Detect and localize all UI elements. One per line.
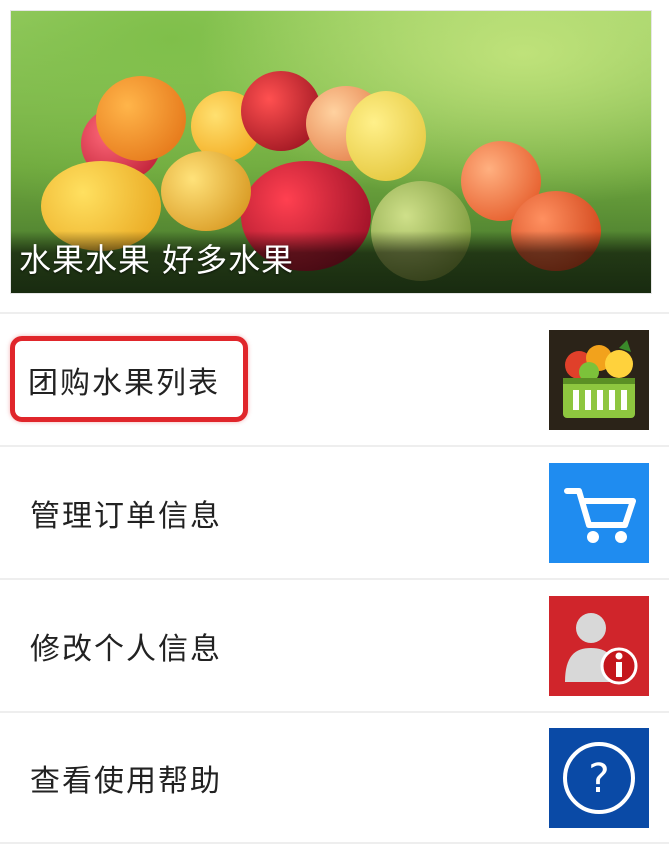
list-item-edit-profile[interactable]: 修改个人信息	[0, 578, 669, 711]
list-item-group-buy[interactable]: 团购水果列表	[0, 312, 669, 445]
group-buy-label: 团购水果列表	[28, 365, 220, 401]
fruit-decoration	[346, 91, 426, 181]
fruit-decoration	[161, 151, 251, 231]
edit-profile-label: 修改个人信息	[30, 631, 222, 667]
banner-caption-text: 水果水果 好多水果	[19, 241, 295, 279]
fruit-basket-icon[interactable]	[549, 329, 649, 430]
banner-image[interactable]: 水果水果 好多水果	[10, 10, 652, 294]
help-icon[interactable]: ?	[549, 727, 649, 828]
user-info-icon[interactable]	[549, 595, 649, 696]
list-item-manage-orders[interactable]: 管理订单信息	[0, 445, 669, 578]
manage-orders-label: 管理订单信息	[30, 498, 222, 534]
fruit-decoration	[96, 76, 186, 161]
svg-text:?: ?	[588, 756, 609, 802]
help-label: 查看使用帮助	[30, 763, 222, 799]
cart-icon[interactable]	[549, 462, 649, 563]
menu-list: 团购水果列表 管理订单信息 修改个人信息 查看使用帮助 ?	[0, 312, 669, 844]
list-item-help[interactable]: 查看使用帮助 ?	[0, 711, 669, 844]
banner-caption: 水果水果 好多水果	[11, 231, 651, 293]
